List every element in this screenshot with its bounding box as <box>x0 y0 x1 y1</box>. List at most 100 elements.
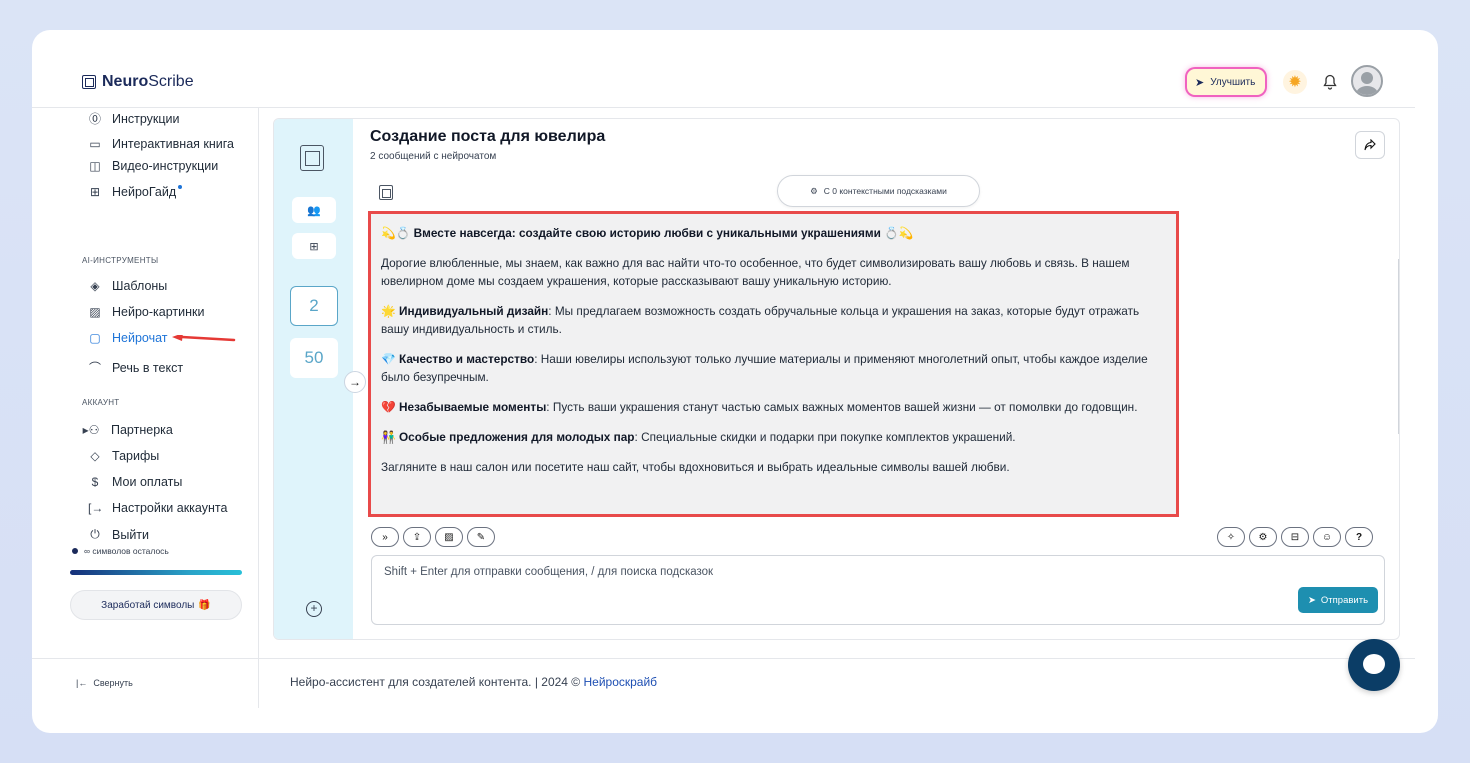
image-generate-icon[interactable]: ▨ <box>435 527 463 547</box>
bell-icon[interactable] <box>1318 70 1342 94</box>
help-icon[interactable]: ? <box>1345 527 1373 547</box>
chat-left-column: 👥 ⊞ 2 50 + <box>274 119 353 639</box>
message-input[interactable]: Shift + Enter для отправки сообщения, / … <box>371 555 1385 625</box>
collapse-chevrons-icon[interactable]: » <box>371 527 399 547</box>
add-circle-icon[interactable]: + <box>306 601 322 617</box>
sidebar-item-account-settings[interactable]: [→ Настройки аккаунта <box>88 501 227 515</box>
sidebar-item-logout[interactable]: ⏻ Выйти <box>88 527 149 542</box>
book-icon: ▭ <box>89 137 101 151</box>
upgrade-button[interactable]: ➤ Улучшить <box>1187 69 1266 95</box>
new-dot <box>178 185 183 189</box>
sidebar-item-label: Настройки аккаунта <box>112 501 228 515</box>
sidebar-item-templates[interactable]: ◈ Шаблоны <box>88 279 167 293</box>
symbols-left-label: ∞ символов осталось <box>84 546 169 556</box>
send-icon: ➤ <box>1307 594 1316 606</box>
sidebar-item-label: Тарифы <box>112 449 160 463</box>
sidebar-item-neurochat[interactable]: ▢ Нейрочат <box>88 331 168 345</box>
symbols-progress-bar <box>70 570 242 575</box>
footer: Нейро-ассистент для создателей контента.… <box>290 675 657 689</box>
apps-icon[interactable]: ⊞ <box>292 233 336 259</box>
message-scrollbar[interactable] <box>1398 259 1399 434</box>
bottom-divider <box>32 658 1415 659</box>
logo-rest: Scribe <box>148 73 194 90</box>
sidebar-item-label: Выйти <box>112 527 150 542</box>
symbols-counter: ∞ символов осталось <box>72 546 169 556</box>
footer-link[interactable]: Нейроскрайб <box>583 675 657 689</box>
sidebar-item-label: Партнерка <box>111 423 173 437</box>
sidebar-item-partner[interactable]: ▸⚇ Партнерка <box>81 423 173 437</box>
support-chat-button[interactable] <box>1348 639 1400 691</box>
sidebar-item-label: Нейро-картинки <box>112 305 205 319</box>
sidebar-item-label: Инструкции <box>112 111 180 126</box>
right-toolbar: ✧ ⚙ ⊟ ☺ ? <box>1217 527 1373 547</box>
app-window: NeuroScribe ➤ Улучшить ✹ ⓪ Инструкции ▭ … <box>32 30 1438 733</box>
sun-icon[interactable]: ✹ <box>1283 70 1307 94</box>
limit-count-badge[interactable]: 50 <box>290 338 338 378</box>
message-point: 💔 Незабываемые моменты: Пусть ваши украш… <box>381 400 1138 414</box>
chat-panel: 👥 ⊞ 2 50 + → Создание поста для ювелира … <box>273 118 1400 640</box>
user-avatar[interactable] <box>1351 65 1383 97</box>
sidebar-item-payments[interactable]: $ Мои оплаты <box>88 475 183 489</box>
sidebar-item-interactive-book[interactable]: ▭ Интерактивная книга <box>88 137 234 151</box>
message-heading: 💫💍 Вместе навсегда: создайте свою истори… <box>381 226 914 240</box>
upload-icon[interactable]: ⇪ <box>403 527 431 547</box>
sidebar-item-instructions[interactable]: ⓪ Инструкции <box>88 110 180 127</box>
sidebar-item-label: Мои оплаты <box>112 475 183 489</box>
message-point: 👫 Особые предложения для молодых пар: Сп… <box>381 430 1016 444</box>
robot-icon[interactable]: ☺ <box>1313 527 1341 547</box>
collapse-sidebar-button[interactable]: |← Свернуть <box>76 678 133 688</box>
tag-icon: ◇ <box>90 449 100 463</box>
earn-symbols-label: Заработай символы <box>101 599 195 611</box>
send-button[interactable]: ➤ Отправить <box>1298 587 1378 613</box>
puzzle-icon[interactable]: ✧ <box>1217 527 1245 547</box>
context-hints-label: С 0 контекстными подсказками <box>823 186 947 196</box>
sidebar-item-label: Видео-инструкции <box>112 159 219 173</box>
chat-title: Создание поста для ювелира <box>370 128 606 145</box>
sidebar-item-video[interactable]: ◫ Видео-инструкции <box>88 159 218 173</box>
users-icon[interactable]: 👥 <box>292 197 336 223</box>
sidebar-item-speech-to-text[interactable]: ⌒ Речь в текст <box>88 359 183 376</box>
share-icon <box>1364 139 1376 151</box>
app-logo[interactable]: NeuroScribe <box>82 73 194 91</box>
users-icon: ▸⚇ <box>82 423 100 437</box>
context-hints-button[interactable]: ⚙ С 0 контекстными подсказками <box>777 175 980 207</box>
gift-icon: 🎁 <box>198 599 211 611</box>
upgrade-label: Улучшить <box>1210 76 1256 88</box>
top-bar: NeuroScribe ➤ Улучшить ✹ <box>32 30 1438 108</box>
sidebar-item-tariffs[interactable]: ◇ Тарифы <box>88 449 159 463</box>
image-icon: ▨ <box>89 305 101 319</box>
message-count-badge[interactable]: 2 <box>290 286 338 326</box>
footer-text: Нейро-ассистент для создателей контента.… <box>290 675 584 689</box>
section-ai-tools: AI-ИНСТРУМЕНТЫ <box>82 256 159 265</box>
logo-icon <box>82 75 96 89</box>
message-point: 💎 Качество и мастерство: Наши ювелиры ис… <box>381 352 1148 384</box>
send-label: Отправить <box>1320 594 1369 606</box>
video-icon: ◫ <box>89 159 101 173</box>
chat-subtitle: 2 сообщений с нейрочатом <box>370 151 497 162</box>
magic-wand-icon[interactable]: ✎ <box>467 527 495 547</box>
rocket-icon: ➤ <box>1195 76 1205 89</box>
sidebar-item-neuroguide[interactable]: ⊞ НейроГайд <box>88 185 183 199</box>
login-icon: [→ <box>88 501 104 515</box>
sidebar-item-neuro-images[interactable]: ▨ Нейро-картинки <box>88 305 204 319</box>
sidebar-item-label: Нейрочат <box>112 331 168 345</box>
assistant-message: 💫💍 Вместе навсегда: создайте свою истори… <box>368 211 1179 517</box>
layers-icon: ◈ <box>90 279 100 293</box>
earn-symbols-button[interactable]: Заработай символы 🎁 <box>70 590 242 620</box>
logo-bold: Neuro <box>102 73 149 90</box>
question-circle-icon: ⓪ <box>88 112 101 126</box>
collapse-icon: |← <box>76 678 88 688</box>
headphones-icon: ⌒ <box>88 361 101 375</box>
neuroscribe-logo-icon <box>300 145 324 171</box>
share-button[interactable] <box>1355 131 1385 159</box>
message-intro: Дорогие влюбленные, мы знаем, как важно … <box>381 256 1130 288</box>
sidebar-item-label: Шаблоны <box>112 279 168 293</box>
dollar-icon: $ <box>91 475 99 489</box>
layout-icon[interactable]: ⊟ <box>1281 527 1309 547</box>
settings-icon[interactable]: ⚙ <box>1249 527 1277 547</box>
red-arrow-annotation <box>172 335 236 342</box>
left-toolbar: » ⇪ ▨ ✎ <box>371 527 495 547</box>
message-outro: Загляните в наш салон или посетите наш с… <box>381 460 1010 474</box>
expand-arrow-button[interactable]: → <box>344 371 366 393</box>
section-account: АККАУНТ <box>82 398 120 407</box>
